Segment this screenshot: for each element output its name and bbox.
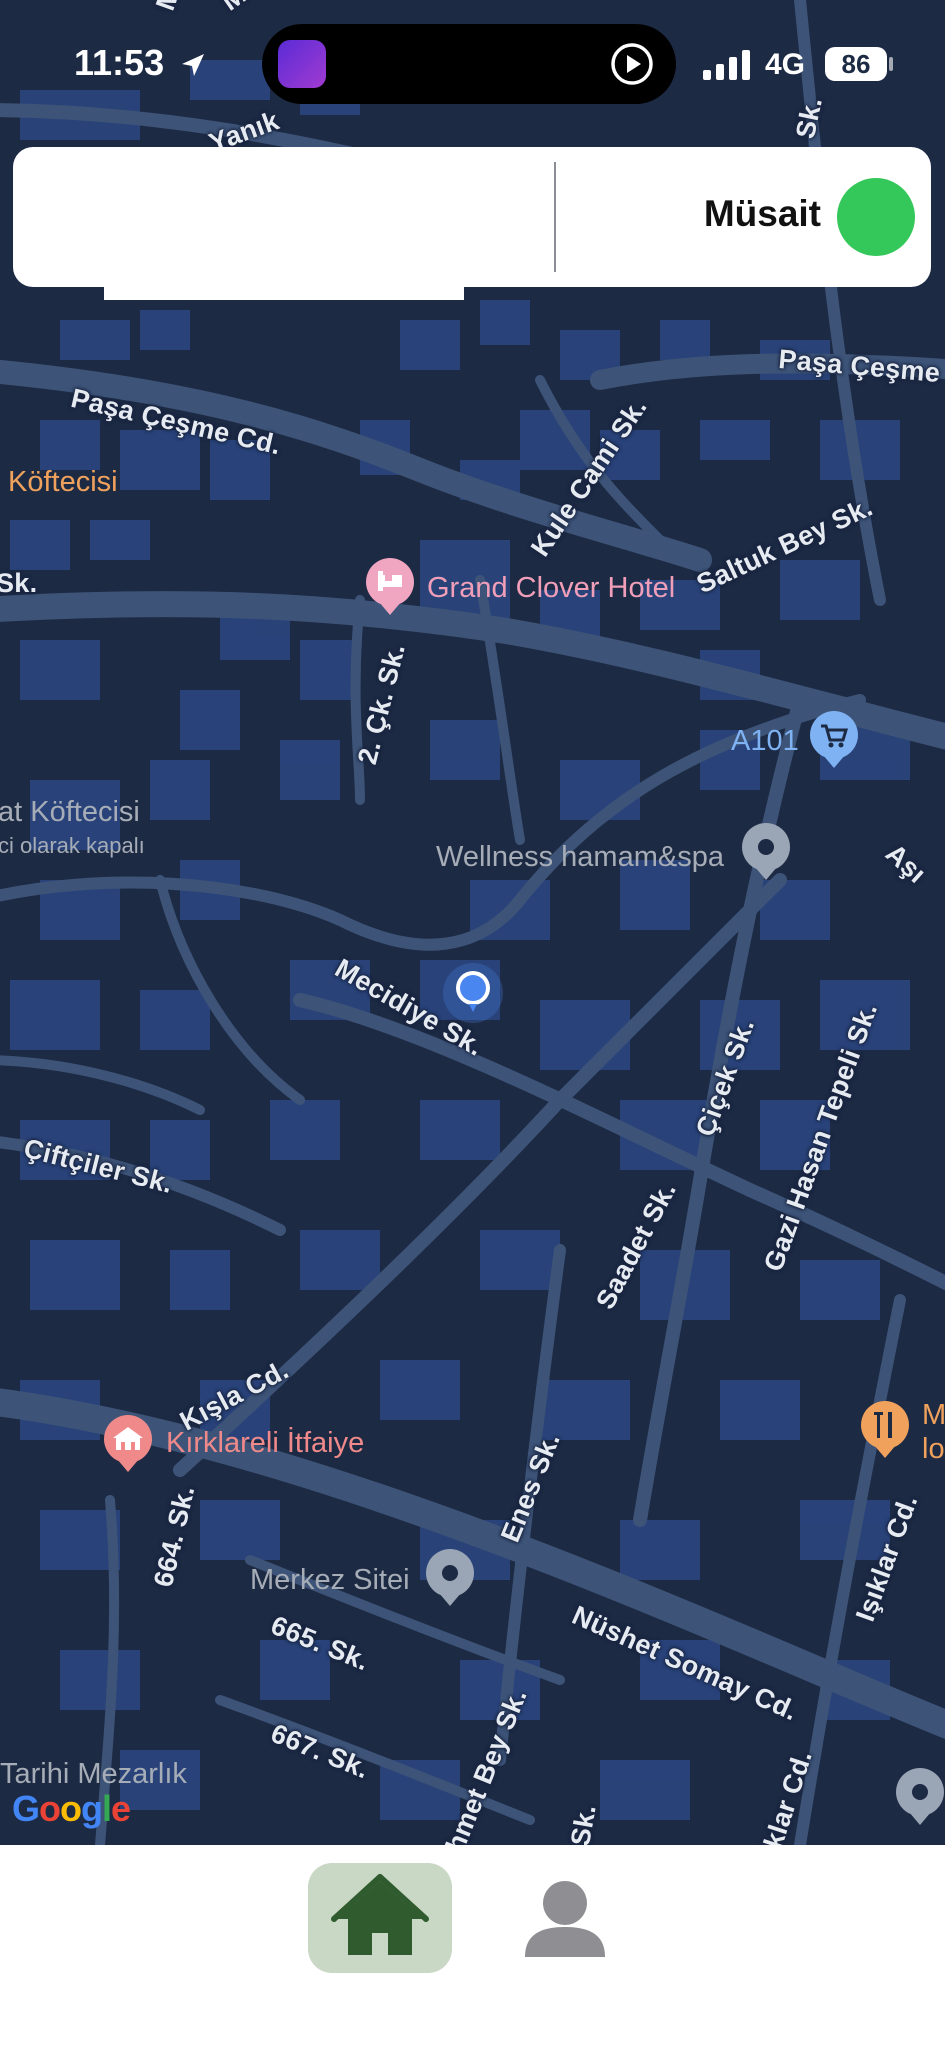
google-attribution: Google	[12, 1788, 131, 1829]
location-arrow-icon	[182, 54, 205, 77]
place-pin-icon[interactable]	[895, 1767, 945, 1827]
hotel-pin-icon[interactable]	[365, 557, 415, 617]
network-type: 4G	[765, 48, 806, 81]
availability-card[interactable]: Müsait	[13, 147, 931, 287]
place-pin-icon[interactable]	[425, 1548, 475, 1608]
dynamic-island[interactable]	[262, 24, 676, 104]
place-label[interactable]: M	[922, 1399, 945, 1432]
status-time: 11:53	[74, 42, 208, 84]
place-label[interactable]: Merkez Sitei	[250, 1564, 410, 1597]
home-icon	[331, 1874, 429, 1955]
play-icon[interactable]	[610, 42, 654, 86]
card-divider	[554, 162, 556, 272]
place-label[interactable]: at Köftecisi	[0, 796, 140, 829]
battery-level: 86	[825, 47, 887, 81]
signal-bars-icon	[703, 50, 750, 80]
fire-station-pin-icon[interactable]	[103, 1414, 153, 1474]
availability-status-label: Müsait	[703, 193, 821, 234]
place-label[interactable]: Tarihi Mezarlık	[0, 1758, 187, 1791]
place-pin-icon[interactable]	[741, 822, 791, 882]
user-location-icon	[443, 963, 503, 1023]
street-label: Sk.	[0, 568, 38, 598]
place-label[interactable]: Grand Clover Hotel	[427, 572, 675, 605]
shopping-cart-pin-icon[interactable]	[809, 710, 859, 770]
restaurant-pin-icon[interactable]	[860, 1400, 910, 1460]
nav-profile-button[interactable]	[518, 1875, 612, 1965]
battery-tip	[889, 57, 893, 71]
place-label[interactable]: Köftecisi	[8, 466, 118, 499]
app-thumbnail-icon[interactable]	[278, 40, 326, 88]
place-label[interactable]: Kırklareli İtfaiye	[166, 1427, 364, 1460]
place-status: ci olarak kapalı	[0, 833, 145, 858]
nav-home-button[interactable]	[308, 1863, 452, 1973]
place-label[interactable]: lo	[922, 1433, 945, 1466]
place-label[interactable]: A101	[731, 725, 799, 758]
clock-text: 11:53	[74, 42, 165, 83]
street-label: Sk.	[565, 1802, 602, 1845]
availability-toggle[interactable]	[837, 178, 915, 256]
place-label[interactable]: Wellness hamam&spa	[436, 841, 724, 874]
top-card-tab	[104, 287, 464, 300]
person-icon	[525, 1881, 605, 1957]
bottom-navigation	[0, 1845, 945, 2048]
